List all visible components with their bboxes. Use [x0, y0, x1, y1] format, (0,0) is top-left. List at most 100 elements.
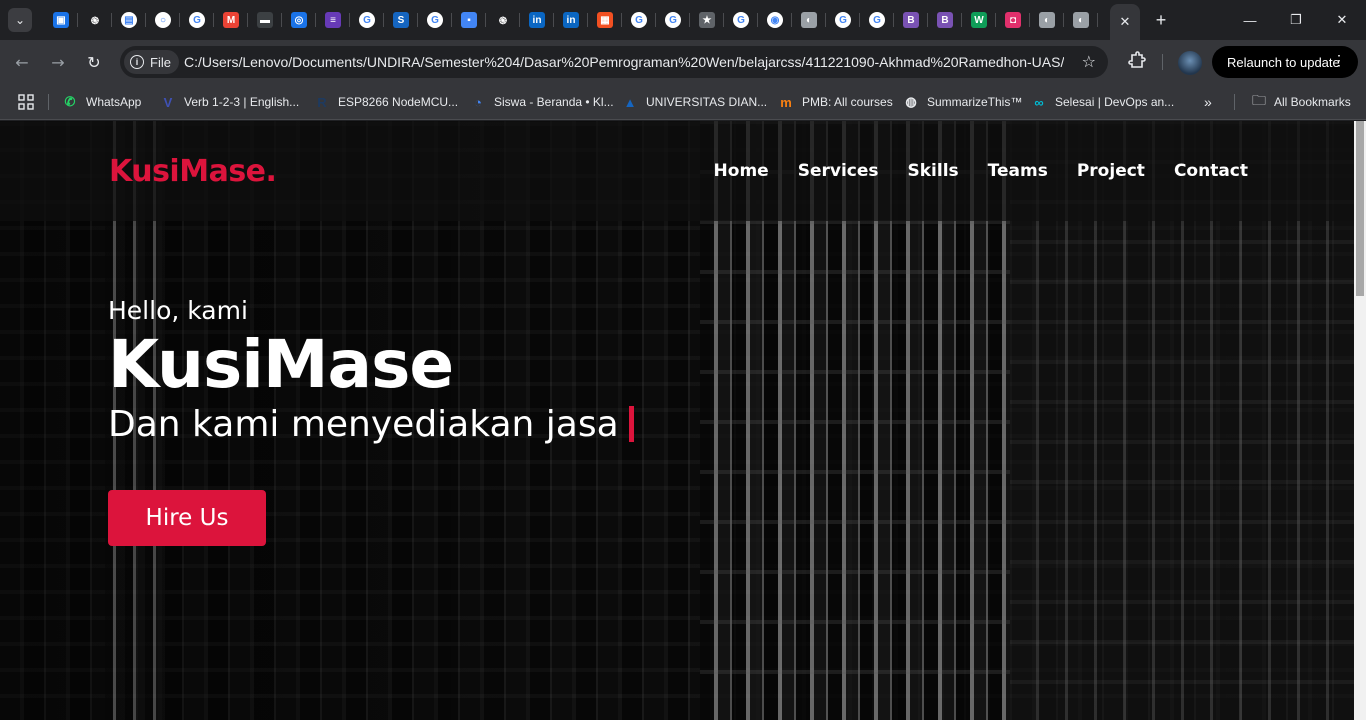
nav-link-skills[interactable]: Skills: [908, 161, 959, 181]
browser-tab[interactable]: ◎: [282, 10, 316, 30]
nav-link-services[interactable]: Services: [798, 161, 879, 181]
tab-icon-google-icon: G: [189, 12, 205, 28]
apps-grid-icon[interactable]: [18, 92, 34, 112]
browser-tab[interactable]: G: [656, 10, 690, 30]
browser-tab[interactable]: G: [418, 10, 452, 30]
browser-tab[interactable]: ◉: [758, 10, 792, 30]
site-menu: Home Services Skills Teams Project Contact: [714, 161, 1248, 181]
url-text[interactable]: C:/Users/Lenovo/Documents/UNDIRA/Semeste…: [184, 46, 1064, 78]
r-icon: R: [317, 94, 327, 110]
toolbar-divider: [1162, 54, 1163, 70]
tab-icon-openai-icon: ֍: [87, 12, 103, 28]
nav-link-home[interactable]: Home: [714, 161, 769, 181]
browser-tab[interactable]: ֍: [78, 10, 112, 30]
bookmark-item[interactable]: ◔ Siswa - Beranda • Kl...: [470, 92, 614, 112]
bookmarks-bar: ✆ WhatsApp V Verb 1-2-3 | English... R ESP826…: [0, 84, 1366, 120]
tab-icon-google-icon: G: [359, 12, 375, 28]
tab-icon-instagram-icon: ◘: [1005, 12, 1021, 28]
browser-tab[interactable]: M: [214, 10, 248, 30]
browser-tab[interactable]: ≡: [316, 10, 350, 30]
hero-greeting: Hello, kami: [108, 296, 248, 325]
nav-link-project[interactable]: Project: [1077, 161, 1145, 181]
relaunch-button[interactable]: Relaunch to update ⋮: [1212, 46, 1358, 78]
site-logo[interactable]: KusiMase.: [109, 154, 277, 189]
new-tab-plus-icon[interactable]: +: [1150, 9, 1172, 31]
tab-icon-forms-icon: ≡: [325, 12, 341, 28]
bookmark-item[interactable]: m PMB: All courses: [778, 92, 893, 112]
tab-icon-globe-icon: ◐: [801, 12, 817, 28]
minimize-icon[interactable]: —: [1238, 8, 1262, 32]
page-scrollbar[interactable]: [1354, 121, 1366, 720]
browser-tab[interactable]: ▣: [44, 10, 78, 30]
tab-icon-bar-icon: ▬: [257, 12, 273, 28]
hero-title: KusiMase: [108, 326, 454, 403]
tab-icon-gmail-icon: M: [223, 12, 239, 28]
browser-tab[interactable]: ◐: [1064, 10, 1098, 30]
whatsapp-icon: ✆: [64, 94, 76, 109]
bookmark-item[interactable]: ✆ WhatsApp: [62, 92, 142, 112]
browser-tab[interactable]: ★: [690, 10, 724, 30]
address-bar[interactable]: i File C:/Users/Lenovo/Documents/UNDIRA/…: [120, 46, 1108, 78]
bookmark-label: PMB: All courses: [802, 95, 893, 109]
browser-tab[interactable]: ○: [146, 10, 180, 30]
back-arrow-icon[interactable]: ←: [10, 50, 34, 74]
browser-tab[interactable]: ◘: [996, 10, 1030, 30]
profile-avatar[interactable]: [1178, 51, 1202, 75]
site-info-chip[interactable]: i File: [124, 50, 179, 74]
bookmark-label: WhatsApp: [86, 95, 142, 109]
tab-icon-google-icon: G: [835, 12, 851, 28]
web-page: KusiMase. Home Services Skills Teams Project…: [0, 121, 1354, 720]
nav-link-contact[interactable]: Contact: [1174, 161, 1248, 181]
browser-tab[interactable]: G: [350, 10, 384, 30]
restore-icon[interactable]: ❐: [1284, 8, 1308, 32]
browser-tab[interactable]: ▬: [248, 10, 282, 30]
globe-icon: ◍: [905, 94, 917, 109]
browser-tab[interactable]: ֍: [486, 10, 520, 30]
chevron-more-bookmarks-icon[interactable]: »: [1204, 92, 1212, 112]
bookmark-item[interactable]: ◍ SummarizeThis™: [903, 92, 1022, 112]
bookmark-item[interactable]: V Verb 1-2-3 | English...: [160, 92, 300, 112]
relaunch-label: Relaunch to update: [1227, 54, 1340, 70]
forward-arrow-icon[interactable]: →: [46, 50, 70, 74]
nav-link-teams[interactable]: Teams: [988, 161, 1048, 181]
bookmark-label: SummarizeThis™: [927, 95, 1023, 109]
extensions-puzzle-icon[interactable]: [1124, 50, 1148, 78]
browser-tab[interactable]: S: [384, 10, 418, 30]
bookmark-star-icon[interactable]: ☆: [1082, 52, 1096, 71]
tab-icon-openai-icon: ֍: [495, 12, 511, 28]
browser-tab[interactable]: in: [554, 10, 588, 30]
tab-icon-google-icon: G: [631, 12, 647, 28]
browser-tab[interactable]: G: [860, 10, 894, 30]
browser-tab[interactable]: G: [826, 10, 860, 30]
hire-us-button[interactable]: Hire Us: [108, 490, 266, 546]
site-navbar: KusiMase. Home Services Skills Teams Project…: [0, 121, 1354, 221]
browser-tab[interactable]: G: [180, 10, 214, 30]
devops-icon: ∞: [1034, 94, 1044, 110]
typing-cursor: [628, 406, 634, 442]
browser-tab[interactable]: W: [962, 10, 996, 30]
all-bookmarks-button[interactable]: 🗀 All Bookmarks: [1252, 92, 1351, 112]
bookmarks-divider: [1234, 94, 1235, 110]
bookmark-item[interactable]: ▲ UNIVERSITAS DIAN...: [622, 92, 768, 112]
browser-tab[interactable]: G: [622, 10, 656, 30]
all-bookmarks-label: All Bookmarks: [1274, 95, 1351, 109]
browser-tab[interactable]: G: [724, 10, 758, 30]
browser-tab[interactable]: B: [928, 10, 962, 30]
bookmark-item[interactable]: R ESP8266 NodeMCU...: [314, 92, 458, 112]
bookmark-item[interactable]: ∞ Selesai | DevOps an...: [1031, 92, 1174, 112]
reload-icon[interactable]: ↻: [82, 50, 106, 74]
active-tab-close-icon[interactable]: ✕: [1110, 4, 1140, 40]
tab-strip: ⌄ ▣ ֍ ▤ ○ G M ▬ ◎ ≡ G S G ▪ ֍ in in ▦ G G ★ G ◉ ◐ G G B B W ◘ ◐ ◐ ✕ + …: [0, 0, 1366, 40]
tab-icon-globe-icon: ◐: [1039, 12, 1055, 28]
browser-tab[interactable]: in: [520, 10, 554, 30]
tab-search-chevron-icon[interactable]: ⌄: [8, 8, 32, 32]
browser-tab[interactable]: ▦: [588, 10, 622, 30]
browser-tab[interactable]: ◐: [792, 10, 826, 30]
browser-tab[interactable]: ▪: [452, 10, 486, 30]
close-window-icon[interactable]: ✕: [1330, 8, 1354, 32]
browser-tab[interactable]: ◐: [1030, 10, 1064, 30]
scrollbar-thumb[interactable]: [1356, 121, 1364, 296]
browser-tab[interactable]: ▤: [112, 10, 146, 30]
hero-section: Hello, kami KusiMase Dan kami menyediaka…: [108, 296, 634, 447]
browser-tab[interactable]: B: [894, 10, 928, 30]
